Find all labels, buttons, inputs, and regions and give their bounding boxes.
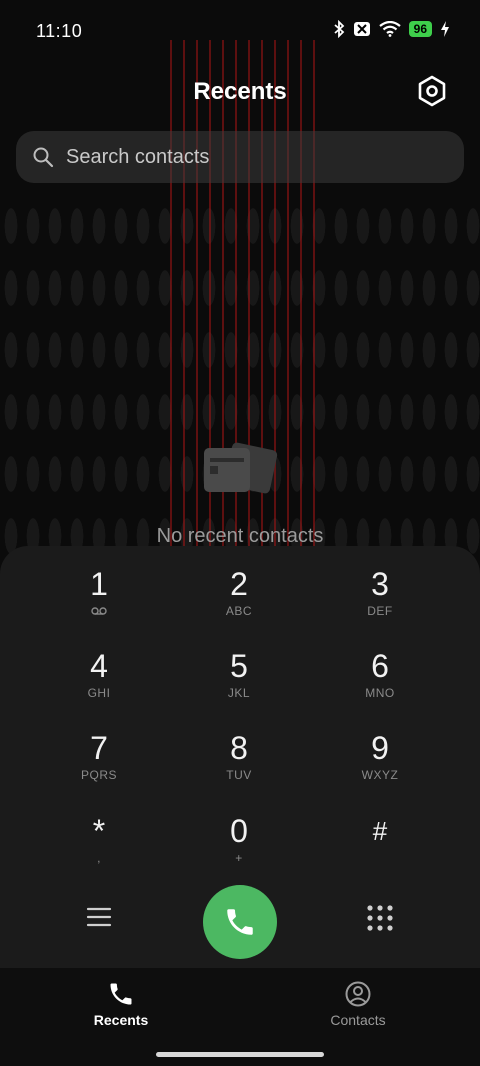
status-time: 11:10 xyxy=(36,21,83,41)
home-indicator[interactable] xyxy=(156,1052,324,1057)
key-letters: , xyxy=(97,851,101,865)
empty-state-text: No recent contacts xyxy=(156,525,324,547)
key-letters: PQRS xyxy=(80,768,117,782)
dialpad-key-8[interactable]: 8 TUV xyxy=(179,730,299,800)
key-digit: 1 xyxy=(90,566,108,602)
key-letters: GHI xyxy=(87,686,111,700)
key-digit: 2 xyxy=(230,566,248,602)
search-bar[interactable]: Search contacts xyxy=(16,131,464,183)
dialpad-key-3[interactable]: 3 DEF xyxy=(320,566,440,636)
key-digit: 0 xyxy=(230,813,248,849)
dialpad-toggle-icon[interactable] xyxy=(366,904,394,932)
contact-avatar-icon xyxy=(345,981,371,1007)
dialpad-key-6[interactable]: 6 MNO xyxy=(320,648,440,718)
dialpad-key-0[interactable]: 0 + xyxy=(179,813,299,883)
key-digit: * xyxy=(92,813,106,849)
bluetooth-icon xyxy=(334,20,344,38)
key-digit: # xyxy=(372,816,388,846)
recent-contacts-empty-icon xyxy=(204,442,278,494)
call-button[interactable] xyxy=(203,885,277,959)
dialpad-key-1[interactable]: 1 xyxy=(39,566,159,636)
key-letters: ABC xyxy=(225,604,253,618)
key-digit: 7 xyxy=(90,730,108,766)
key-letters: DEF xyxy=(367,604,393,618)
key-digit: 5 xyxy=(230,648,248,684)
phone-icon xyxy=(110,983,132,1005)
dialpad-key-5[interactable]: 5 JKL xyxy=(179,648,299,718)
settings-hexagon-icon[interactable] xyxy=(416,74,448,108)
search-input[interactable]: Search contacts xyxy=(66,146,209,169)
search-icon xyxy=(33,147,54,168)
key-letters: MNO xyxy=(365,686,395,700)
key-letters: + xyxy=(235,851,243,865)
dialpad-key-2[interactable]: 2 ABC xyxy=(179,566,299,636)
key-digit: 3 xyxy=(371,566,389,602)
key-digit: 6 xyxy=(371,648,389,684)
charging-icon xyxy=(441,21,449,37)
key-letters: TUV xyxy=(226,768,252,782)
voicemail-icon xyxy=(91,607,107,615)
key-digit: 8 xyxy=(230,730,248,766)
nav-tab-recents[interactable]: Recents xyxy=(61,980,181,1030)
dialpad-key-9[interactable]: 9 WXYZ xyxy=(320,730,440,800)
menu-icon[interactable] xyxy=(84,902,114,932)
key-letters: WXYZ xyxy=(361,768,399,782)
key-digit: 4 xyxy=(90,648,108,684)
battery-icon: 96 xyxy=(408,21,432,37)
dialpad-key-7[interactable]: 7 PQRS xyxy=(39,730,159,800)
nav-label-recents: Recents xyxy=(93,1012,149,1028)
nav-tab-contacts[interactable]: Contacts xyxy=(298,980,418,1030)
page-title: Recents xyxy=(193,78,287,105)
wifi-icon xyxy=(378,21,401,37)
dialpad-key-star[interactable]: * , xyxy=(39,813,159,883)
dialpad-key-4[interactable]: 4 GHI xyxy=(39,648,159,718)
nav-label-contacts: Contacts xyxy=(330,1012,386,1028)
status-icons: 96 xyxy=(333,20,450,38)
key-letters: JKL xyxy=(227,686,251,700)
phone-call-icon xyxy=(227,909,253,935)
status-bar: 11:10 96 xyxy=(0,0,480,62)
sim-off-icon xyxy=(353,22,370,36)
dialpad-key-hash[interactable]: # xyxy=(320,813,440,883)
key-digit: 9 xyxy=(371,730,389,766)
